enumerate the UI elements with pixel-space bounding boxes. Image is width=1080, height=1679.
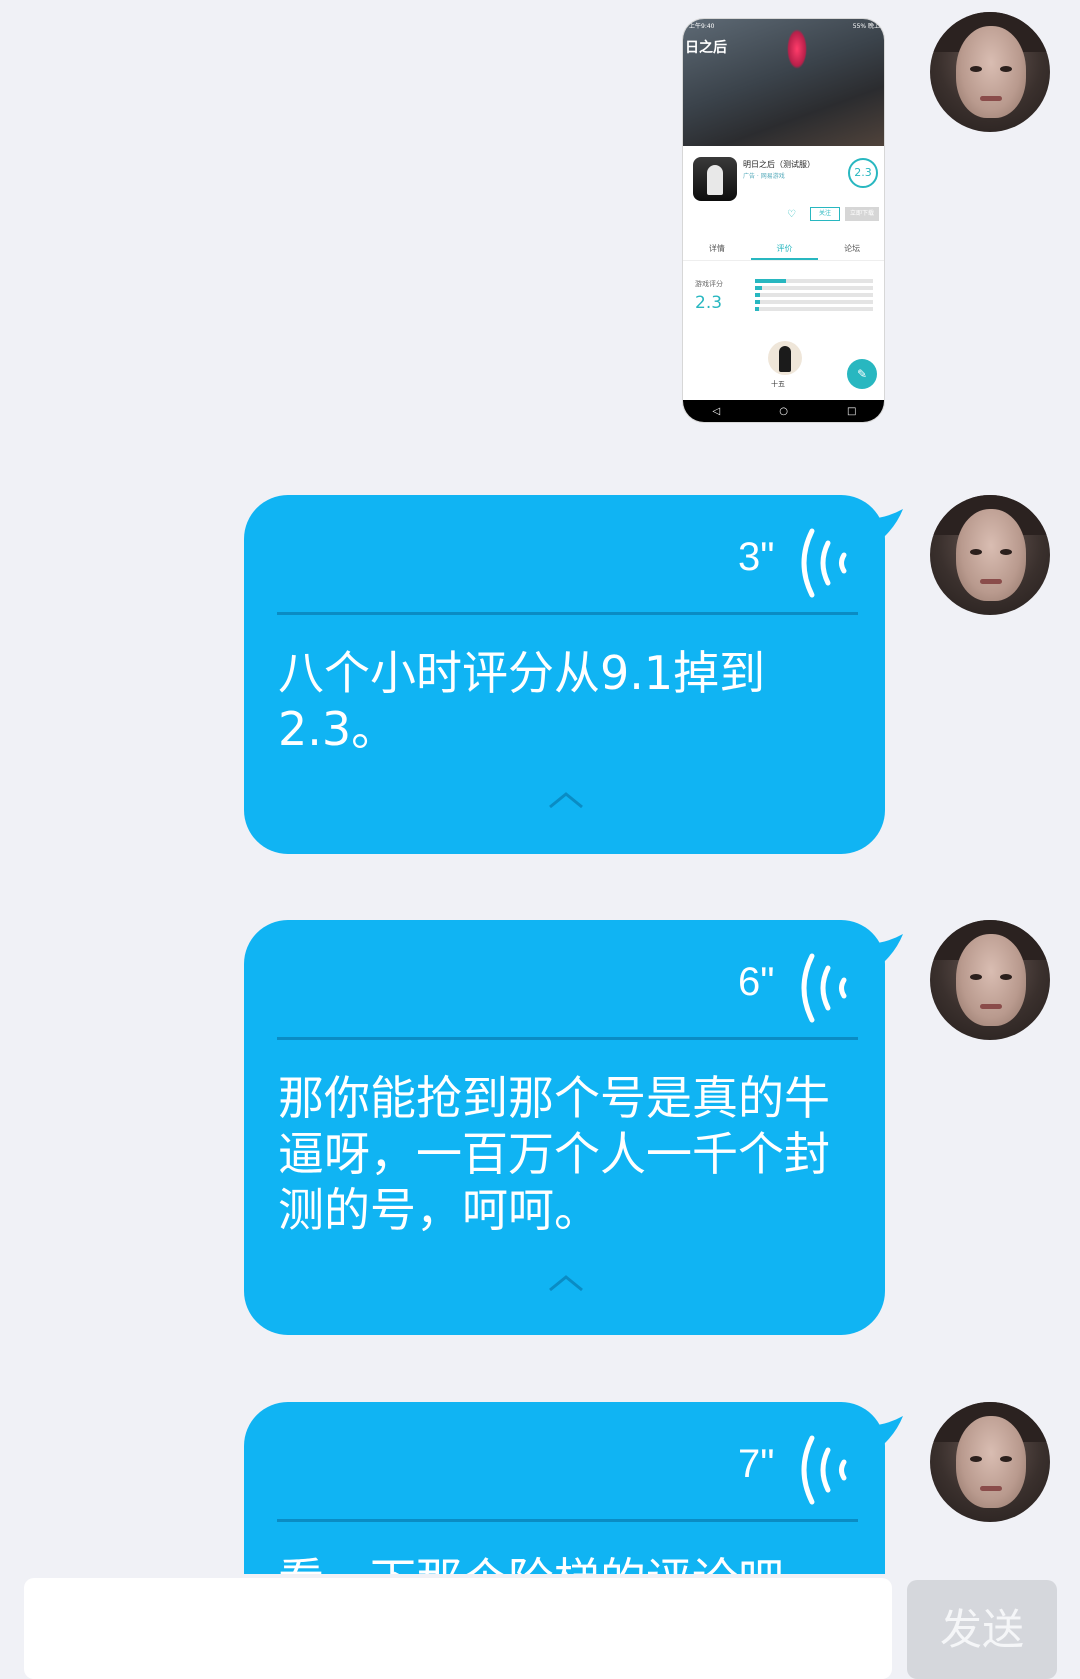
avatar[interactable] [930, 495, 1050, 615]
message-input-bar: 发送 [0, 1574, 1080, 1679]
chevron-up-icon[interactable] [548, 1274, 584, 1292]
status-battery: 55% 晚上 [852, 23, 880, 30]
image-message-thumbnail[interactable]: 上午9:40 55% 晚上 日之后 明日之后（测试服） 广告 · 网易游戏 2.… [682, 18, 885, 423]
voice-transcript: 八个小时评分从9.1掉到2.3。 [278, 646, 766, 756]
voice-message-bubble[interactable]: 6" 那你能抢到那个号是真的牛逼呀，一百万个人一千个封测的号，呵呵。 [244, 920, 903, 1335]
rating-bar [755, 307, 873, 311]
back-icon: ◁ [712, 405, 721, 417]
avatar[interactable] [930, 1402, 1050, 1522]
pencil-icon: ✎ [847, 359, 877, 389]
voice-duration: 3" [738, 535, 775, 579]
voice-wave-icon [801, 953, 847, 1023]
avatar[interactable] [930, 12, 1050, 132]
tab-bar: 详情 评价 论坛 [683, 237, 884, 261]
status-bar: 上午9:40 55% 晚上 [683, 19, 884, 31]
divider [277, 1519, 858, 1522]
reviewer-name: 十五 [771, 380, 785, 388]
tab-details: 详情 [708, 244, 725, 253]
rating-bar [755, 293, 873, 297]
avatar[interactable] [930, 920, 1050, 1040]
voice-transcript: 那你能抢到那个号是真的牛逼呀，一百万个人一千个封测的号，呵呵。 [278, 1071, 830, 1237]
message-input[interactable] [24, 1578, 892, 1679]
tab-forum: 论坛 [844, 244, 861, 253]
app-icon [693, 157, 737, 201]
recents-icon: □ [847, 405, 857, 417]
download-button: 立即下载 [845, 207, 879, 221]
game-logo: 日之后 [685, 40, 727, 56]
follow-button: 关注 [810, 207, 840, 221]
chevron-up-icon[interactable] [548, 791, 584, 809]
voice-duration: 6" [738, 960, 775, 1004]
rating-label: 游戏评分 [695, 280, 723, 288]
tab-reviews: 评价 [750, 237, 819, 260]
rating-value: 2.3 [695, 293, 723, 313]
bubble-tail [865, 1416, 903, 1450]
heart-icon: ♡ [787, 209, 796, 220]
rating-bar [755, 300, 873, 304]
rating-distribution [755, 279, 873, 314]
reviewer-avatar [768, 341, 802, 375]
voice-message-bubble[interactable]: 3" 八个小时评分从9.1掉到2.3。 [244, 495, 903, 854]
voice-wave-icon [801, 528, 847, 598]
bubble-tail [865, 509, 903, 543]
rating-bar [755, 286, 873, 290]
send-button[interactable]: 发送 [907, 1580, 1057, 1679]
voice-duration: 7" [738, 1442, 775, 1486]
app-title: 明日之后（测试服） [743, 160, 815, 169]
score-badge: 2.3 [848, 158, 878, 188]
bubble-tail [865, 934, 903, 968]
divider [277, 612, 858, 615]
android-nav-bar: ◁ ○ □ [683, 400, 884, 422]
home-icon: ○ [779, 405, 788, 417]
rating-bar [755, 279, 873, 283]
voice-wave-icon [801, 1435, 847, 1505]
divider [277, 1037, 858, 1040]
red-smoke-decoration [787, 29, 807, 69]
status-time: 上午9:40 [689, 23, 715, 30]
app-subtitle: 广告 · 网易游戏 [743, 173, 785, 180]
